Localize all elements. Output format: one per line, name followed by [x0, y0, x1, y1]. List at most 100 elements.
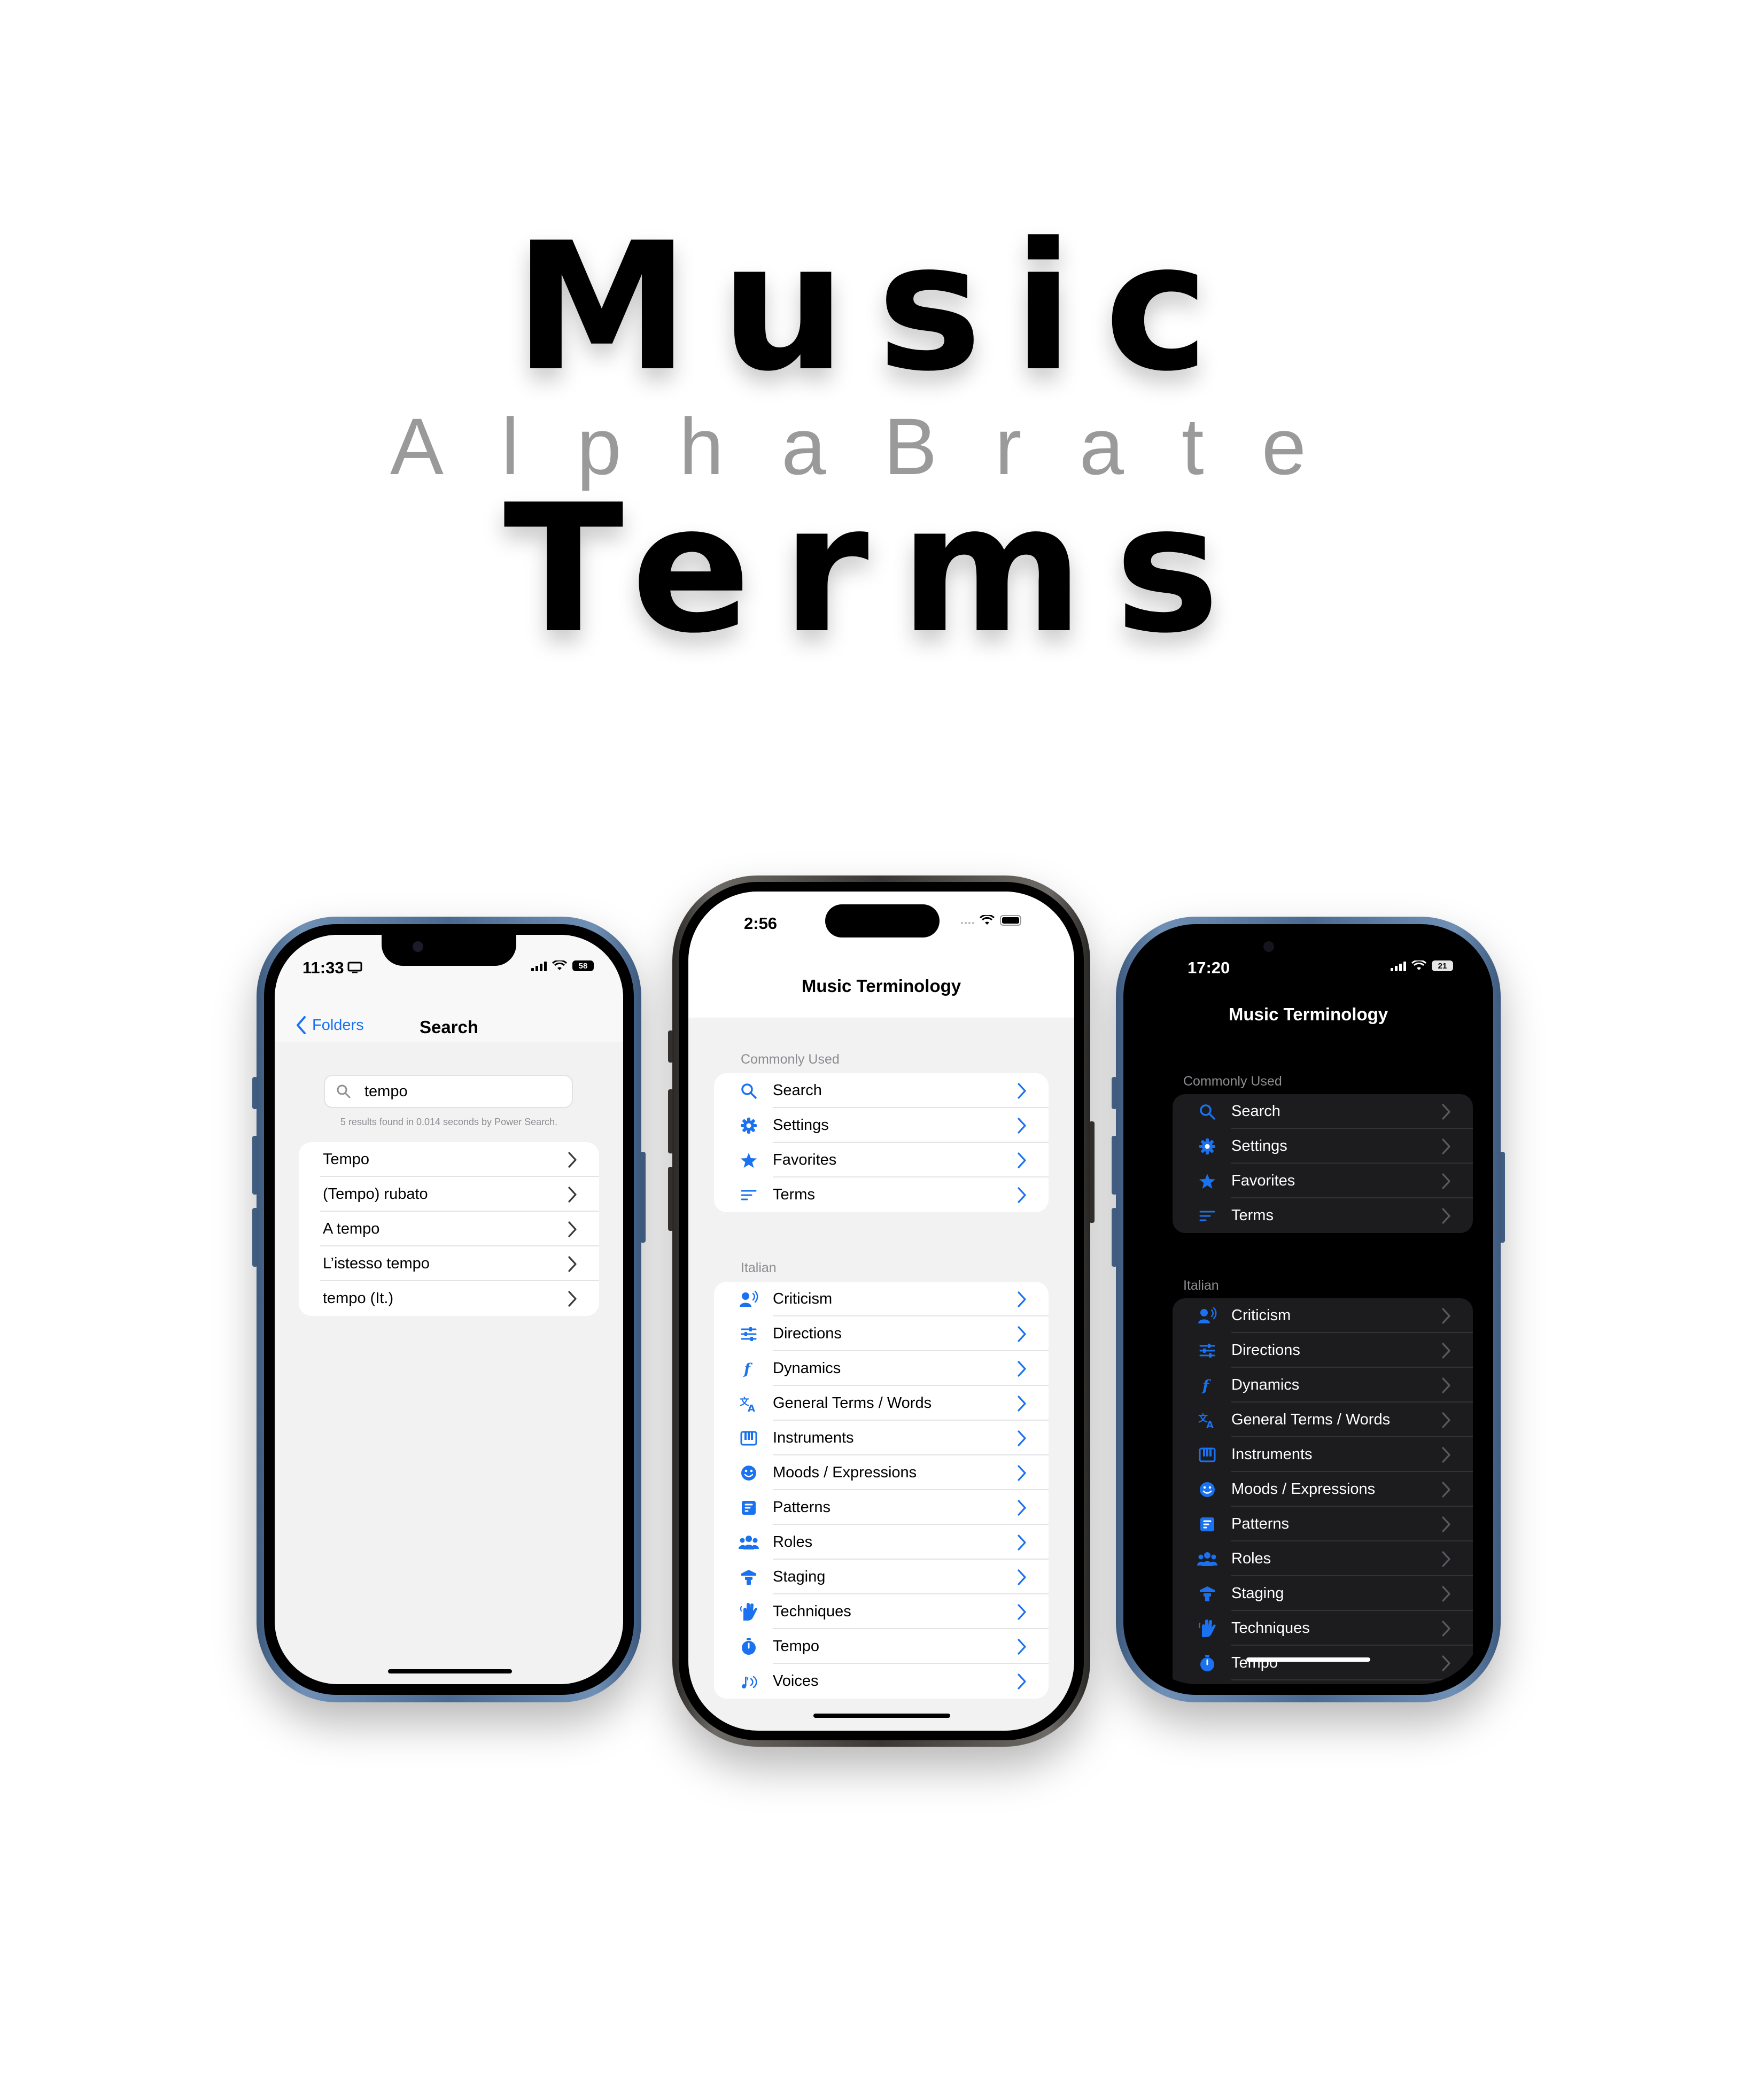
chevron-right-icon [1438, 1583, 1454, 1605]
star-icon [1197, 1171, 1218, 1192]
battery-icon: 58 [572, 960, 594, 971]
list-item-patterns[interactable]: Patterns [1173, 1507, 1473, 1541]
chevron-right-icon [1438, 1375, 1454, 1396]
forte-icon: f [1197, 1375, 1218, 1396]
sliders-icon [1197, 1340, 1218, 1361]
list-item-label: A tempo [323, 1220, 380, 1237]
wifi-icon [552, 960, 567, 971]
list-item-label: Moods / Expressions [773, 1464, 917, 1481]
chevron-right-icon [564, 1219, 580, 1240]
list-item-terms[interactable]: Terms [1173, 1198, 1473, 1233]
list-item-label: Staging [1231, 1585, 1284, 1602]
signal-icon [531, 960, 547, 971]
section-header-italian: Italian [1183, 1278, 1219, 1293]
list-item-criticism[interactable]: Criticism [714, 1282, 1049, 1316]
sliders-icon [738, 1323, 759, 1345]
section-header-common: Commonly Used [741, 1052, 840, 1067]
timer-icon [1197, 1653, 1218, 1674]
search-icon [336, 1083, 352, 1099]
chevron-right-icon [1014, 1462, 1030, 1484]
lines-icon [738, 1184, 759, 1206]
list-item-staging[interactable]: Staging [1173, 1576, 1473, 1611]
list-item-tempo[interactable]: Tempo [714, 1629, 1049, 1664]
list-item-label: (Tempo) rubato [323, 1185, 428, 1203]
list-item-tempo[interactable]: Tempo [1173, 1646, 1473, 1680]
list-item-instruments[interactable]: Instruments [714, 1421, 1049, 1455]
list-item-favorites[interactable]: Favorites [1173, 1164, 1473, 1198]
list-item-settings[interactable]: Settings [714, 1108, 1049, 1143]
list-item-directions[interactable]: Directions [1173, 1333, 1473, 1368]
pattern-icon [738, 1497, 759, 1518]
wifi-icon [980, 915, 995, 926]
list-item-favorites[interactable]: Favorites [714, 1143, 1049, 1177]
list-item-search[interactable]: Search [1173, 1094, 1473, 1129]
list-item-instruments[interactable]: Instruments [1173, 1437, 1473, 1472]
hands-icon [1197, 1618, 1218, 1639]
translate-icon: 文A [738, 1393, 759, 1414]
chevron-right-icon [1014, 1567, 1030, 1588]
search-field[interactable]: tempo [324, 1075, 573, 1108]
list-item-l-istesso-tempo[interactable]: L’istesso tempo [299, 1246, 599, 1281]
lines-icon [1197, 1205, 1218, 1227]
list-item-label: Techniques [773, 1603, 851, 1620]
list-item-dynamics[interactable]: f Dynamics [714, 1351, 1049, 1386]
list-item-directions[interactable]: Directions [714, 1316, 1049, 1351]
chevron-right-icon [1438, 1171, 1454, 1192]
smiley-icon [1197, 1479, 1218, 1500]
list-item-voices[interactable]: Voices [1173, 1680, 1473, 1684]
hero-title-terms: Terms [503, 467, 1251, 672]
list-item-label: Criticism [773, 1290, 833, 1307]
phone-left: 11:33 58 Folders Search tempo 5 results … [252, 917, 646, 1702]
list-item-general-terms-words[interactable]: 文 A General Terms / Words [714, 1386, 1049, 1421]
chevron-right-icon [1438, 1136, 1454, 1157]
list-item-a-tempo[interactable]: A tempo [299, 1212, 599, 1246]
screen: 11:33 58 Folders Search tempo 5 results … [275, 935, 623, 1684]
chevron-right-icon [564, 1149, 580, 1171]
list-item-label: General Terms / Words [1231, 1411, 1391, 1428]
list-item-label: Instruments [1231, 1446, 1313, 1463]
list-item-label: Roles [1231, 1550, 1271, 1567]
list-item-tempo[interactable]: Tempo [299, 1142, 599, 1177]
chevron-right-icon [1014, 1428, 1030, 1449]
piano-keys-icon [738, 1428, 759, 1449]
list-item-moods-expressions[interactable]: Moods / Expressions [714, 1455, 1049, 1490]
person-speaking-icon [738, 1289, 759, 1310]
people-icon [738, 1532, 759, 1553]
chevron-right-icon [1014, 1080, 1030, 1102]
chevron-right-icon [1438, 1205, 1454, 1227]
list-item-roles[interactable]: Roles [714, 1525, 1049, 1560]
list-item-dynamics[interactable]: f Dynamics [1173, 1368, 1473, 1402]
common-list: Search Settings Favorites Terms [1173, 1094, 1473, 1233]
list-item-general-terms-words[interactable]: 文 A General Terms / Words [1173, 1402, 1473, 1437]
list-item-label: Favorites [1231, 1172, 1295, 1189]
section-header-italian: Italian [741, 1260, 777, 1275]
chevron-right-icon [1438, 1305, 1454, 1327]
list-item-techniques[interactable]: Techniques [1173, 1611, 1473, 1646]
list-item-voices[interactable]: Voices [714, 1664, 1049, 1699]
list-item-techniques[interactable]: Techniques [714, 1594, 1049, 1629]
search-input[interactable]: tempo [364, 1083, 408, 1101]
battery-icon [1000, 915, 1021, 926]
chevron-right-icon [1014, 1497, 1030, 1518]
chevron-right-icon [1014, 1115, 1030, 1136]
chevron-right-icon [1014, 1358, 1030, 1380]
list-item-label: Search [773, 1082, 822, 1099]
list-item-tempo-rubato[interactable]: (Tempo) rubato [299, 1177, 599, 1212]
list-item-staging[interactable]: Staging [714, 1560, 1049, 1594]
list-item-moods-expressions[interactable]: Moods / Expressions [1173, 1472, 1473, 1507]
list-item-search[interactable]: Search [714, 1073, 1049, 1108]
nav-title: Search [419, 1017, 479, 1037]
italian-list: Criticism Directions f Dynamics 文 A General Te… [1173, 1298, 1473, 1684]
home-indicator [1246, 1657, 1370, 1662]
chevron-right-icon [1014, 1323, 1030, 1345]
list-item-tempo-it[interactable]: tempo (It.) [299, 1281, 599, 1316]
list-item-roles[interactable]: Roles [1173, 1541, 1473, 1576]
search-icon [738, 1080, 759, 1102]
svg-text:f: f [1201, 1377, 1212, 1394]
status-time: 2:56 [744, 914, 778, 933]
list-item-criticism[interactable]: Criticism [1173, 1298, 1473, 1333]
list-item-terms[interactable]: Terms [714, 1177, 1049, 1212]
screen: 17:20 21 Music Terminology Commonly Used… [1134, 935, 1483, 1684]
list-item-patterns[interactable]: Patterns [714, 1490, 1049, 1525]
list-item-settings[interactable]: Settings [1173, 1129, 1473, 1164]
